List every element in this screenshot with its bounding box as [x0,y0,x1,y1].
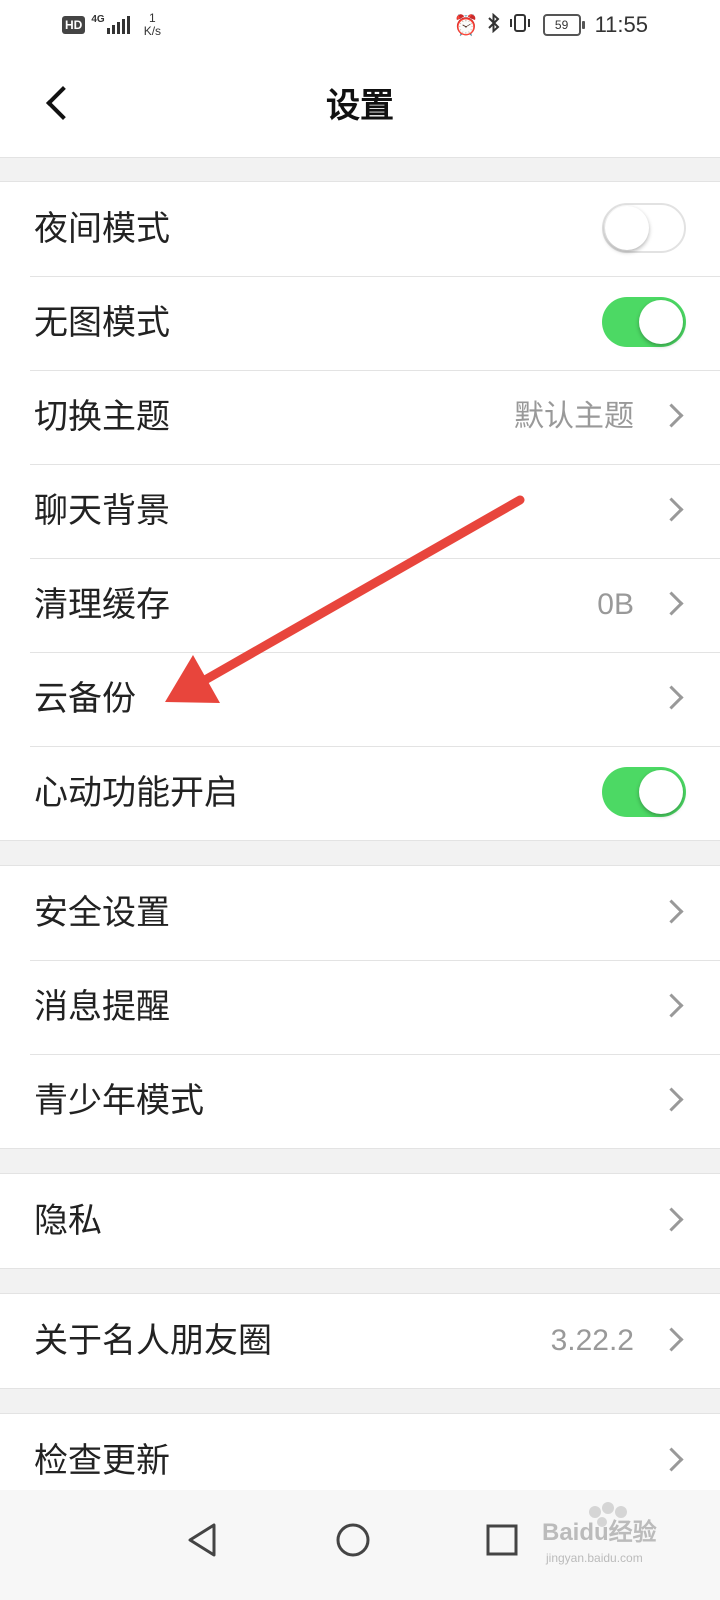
chevron-right-icon [659,899,684,924]
setting-label: 消息提醒 [34,987,170,1027]
chevron-right-icon [659,1447,684,1472]
chevron-right-icon [659,685,684,710]
setting-night-mode: 夜间模式 [0,182,720,276]
header: 设置 [0,50,720,158]
setting-value: 默认主题 [514,399,634,434]
setting-value: 0B [597,588,634,621]
battery-level: 59 [554,18,569,32]
setting-heartbeat-feature: 心动功能开启 [0,746,720,840]
home-circle-icon [336,1523,370,1557]
chevron-right-icon [659,1207,684,1232]
recents-square-icon [486,1524,518,1556]
setting-clear-cache[interactable]: 清理缓存 0B [0,558,720,652]
page-title: 设置 [326,86,394,126]
toggle-knob [639,300,683,344]
setting-label: 青少年模式 [34,1081,204,1121]
system-back-button[interactable] [172,1510,232,1570]
status-left: HD 4G 1 K/s [62,10,161,40]
setting-chat-background[interactable]: 聊天背景 [0,464,720,558]
setting-privacy[interactable]: 隐私 [0,1174,720,1268]
vibrate-icon [509,13,531,38]
setting-security[interactable]: 安全设置 [0,866,720,960]
toggle-knob [639,770,683,814]
setting-label: 无图模式 [34,303,170,343]
status-bar: HD 4G 1 K/s ⏰ 59 11:55 [0,0,720,50]
back-triangle-icon [188,1523,216,1557]
speed-unit: K/s [143,24,162,38]
setting-notifications[interactable]: 消息提醒 [0,960,720,1054]
heartbeat-feature-toggle[interactable] [602,767,686,817]
setting-label: 清理缓存 [34,585,170,625]
settings-group-privacy: 隐私 [0,1173,720,1269]
setting-cloud-backup[interactable]: 云备份 [0,652,720,746]
setting-label: 安全设置 [34,893,170,933]
toggle-knob [605,206,649,250]
network-speed: 1 K/s [144,12,161,38]
network-type: 4G [91,13,105,25]
signal-icon [106,16,132,34]
setting-teen-mode[interactable]: 青少年模式 [0,1054,720,1148]
status-right: ⏰ 59 11:55 [446,10,648,40]
bluetooth-icon [487,12,501,38]
setting-label: 切换主题 [34,397,170,437]
hd-badge: HD [62,16,86,34]
chevron-right-icon [659,1327,684,1352]
night-mode-toggle[interactable] [602,203,686,253]
setting-label: 夜间模式 [34,209,170,249]
system-navigation-bar [0,1490,720,1600]
setting-label: 关于名人朋友圈 [34,1321,272,1361]
no-image-mode-toggle[interactable] [602,297,686,347]
battery-icon: 59 [542,14,585,36]
setting-label: 聊天背景 [34,491,170,531]
setting-about[interactable]: 关于名人朋友圈 3.22.2 [0,1294,720,1388]
status-time: 11:55 [594,12,648,37]
chevron-right-icon [659,403,684,428]
chevron-right-icon [659,591,684,616]
settings-group-general: 夜间模式 无图模式 切换主题 默认主题 聊天背景 清理缓存 0B 云备份 心动功… [0,181,720,841]
setting-switch-theme[interactable]: 切换主题 默认主题 [0,370,720,464]
system-recents-button[interactable] [472,1510,532,1570]
setting-label: 隐私 [34,1201,102,1241]
alarm-icon: ⏰ [453,13,479,37]
setting-no-image-mode: 无图模式 [0,276,720,370]
setting-label: 心动功能开启 [34,773,238,813]
settings-group-security: 安全设置 消息提醒 青少年模式 [0,865,720,1149]
system-home-button[interactable] [323,1510,383,1570]
chevron-right-icon [659,1087,684,1112]
settings-group-about: 关于名人朋友圈 3.22.2 [0,1293,720,1389]
setting-label: 云备份 [34,679,136,719]
chevron-right-icon [659,993,684,1018]
app-version: 3.22.2 [550,1324,634,1357]
chevron-right-icon [659,497,684,522]
